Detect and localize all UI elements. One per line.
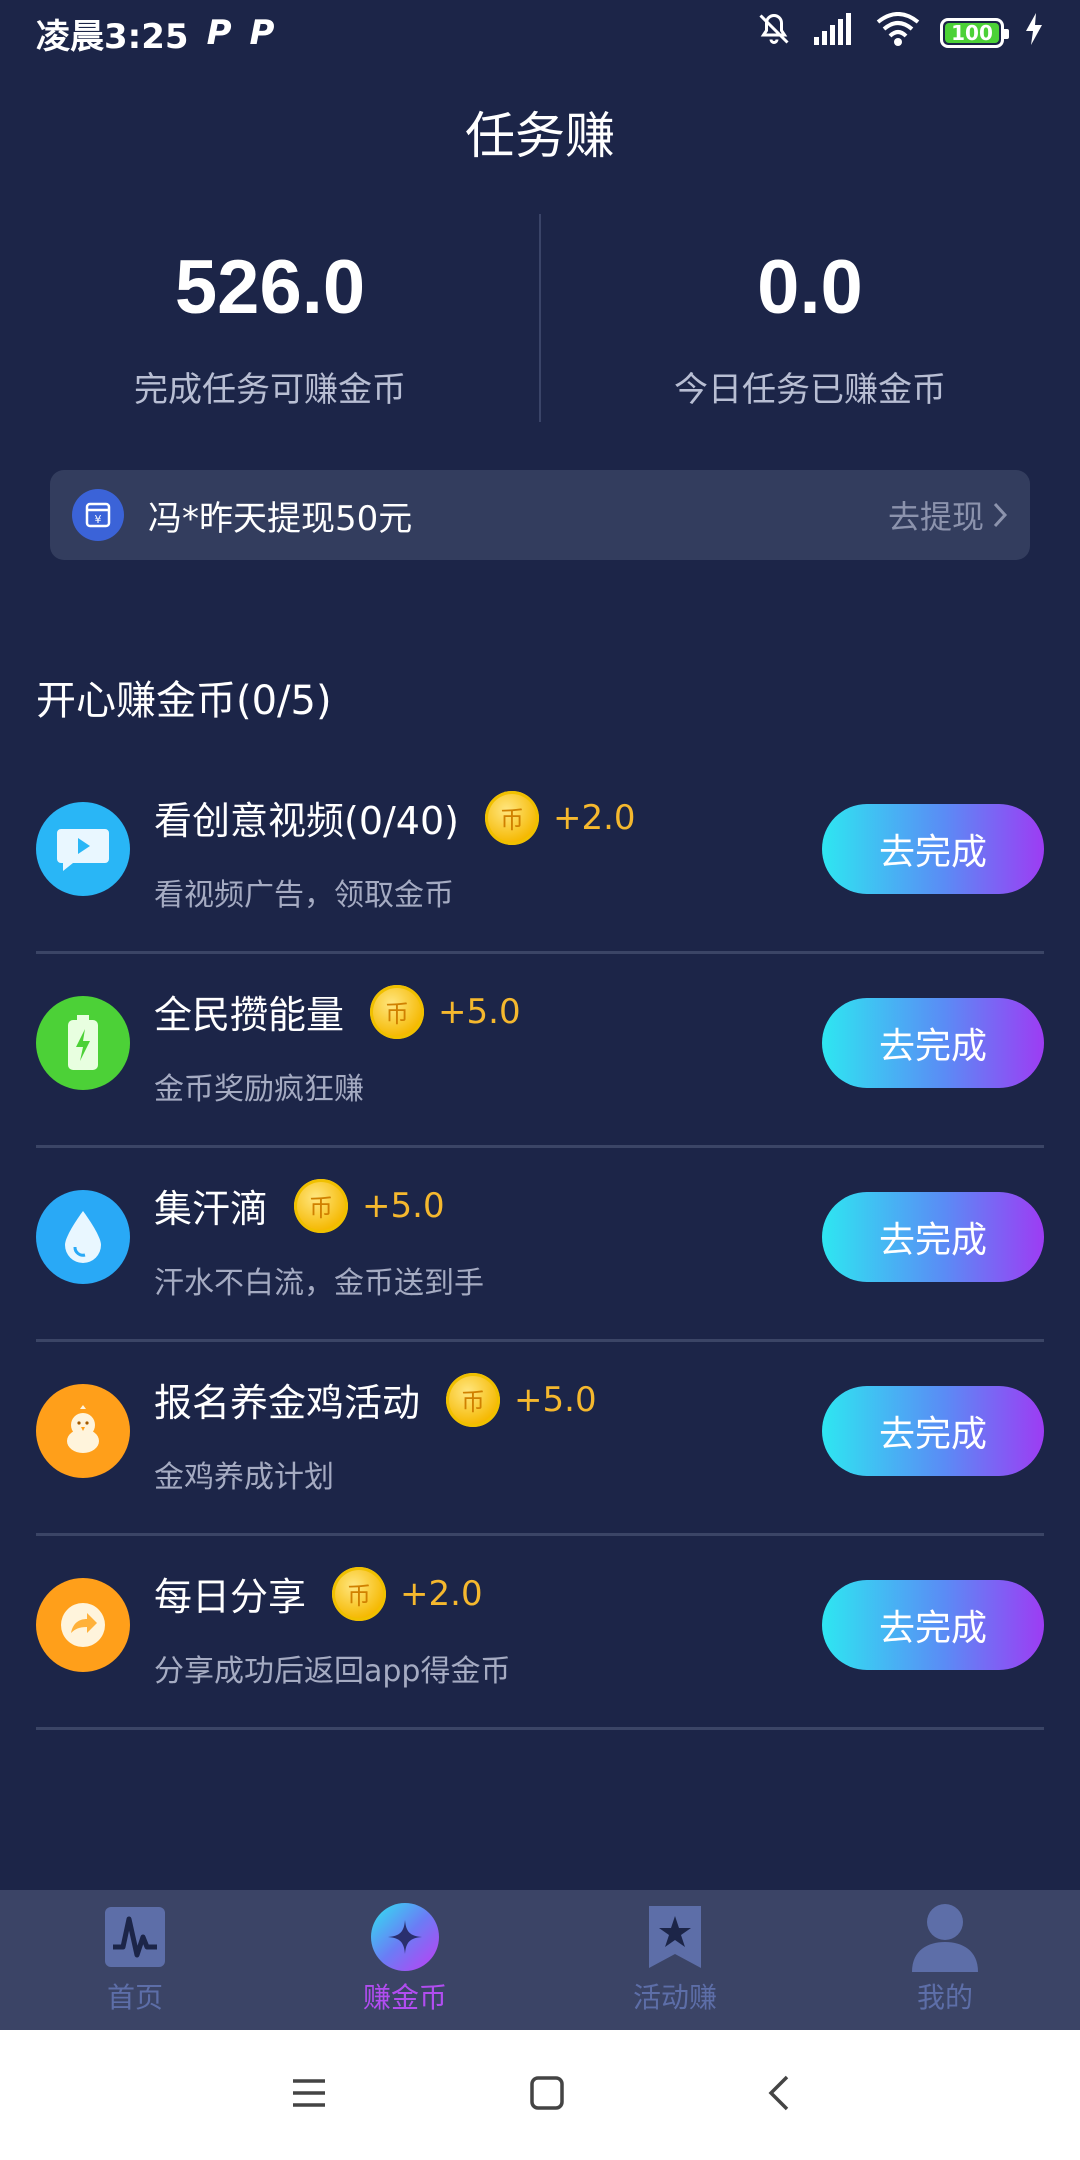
- nav-item-home[interactable]: 首页: [0, 1890, 270, 2030]
- task-title: 报名养金鸡活动: [154, 1381, 421, 1425]
- chick-icon: [36, 1384, 130, 1478]
- task-desc: 看视频广告，领取金币: [154, 878, 454, 913]
- home-square-icon[interactable]: [529, 2075, 565, 2115]
- stat-today-label: 今日任务已赚金币: [674, 370, 946, 410]
- bottom-nav: 首页 赚金币 活动赚 我的: [0, 1890, 1080, 2030]
- stat-earnable: 526.0 完成任务可赚金币: [0, 210, 540, 420]
- coin-stats: 526.0 完成任务可赚金币 0.0 今日任务已赚金币: [0, 210, 1080, 422]
- task-reward: +2.0: [400, 1573, 483, 1614]
- mute-bell-icon: [756, 11, 792, 56]
- task-item-energy: 全民攒能量 币 +5.0 金币奖励疯狂赚 去完成: [36, 954, 1044, 1148]
- system-nav-bar: [0, 2030, 1080, 2160]
- withdraw-link[interactable]: 去提现: [888, 492, 1008, 538]
- task-reward: +5.0: [362, 1185, 445, 1226]
- nav-label-profile: 我的: [916, 1981, 973, 2014]
- task-desc: 金币奖励疯狂赚: [154, 1072, 364, 1107]
- battery-icon: 100: [940, 18, 1009, 48]
- task-title: 全民攒能量: [154, 993, 345, 1037]
- complete-task-button[interactable]: 去完成: [822, 1580, 1044, 1670]
- coin-icon: 币: [484, 790, 539, 845]
- chevron-right-icon: [993, 502, 1008, 528]
- wifi-icon: [876, 11, 920, 55]
- withdraw-icon: ¥: [72, 489, 124, 541]
- parking-notification-icon-2: P: [249, 13, 275, 53]
- status-bar: 凌晨3:25 P P 100: [0, 0, 1080, 66]
- task-title: 集汗滴: [154, 1187, 269, 1231]
- task-item-chicken: 报名养金鸡活动 币 +5.0 金鸡养成计划 去完成: [36, 1342, 1044, 1536]
- stat-today-value: 0.0: [757, 245, 863, 330]
- task-desc: 金鸡养成计划: [154, 1460, 334, 1495]
- task-title: 每日分享: [154, 1575, 307, 1619]
- page-title: 任务赚: [465, 107, 615, 165]
- nav-item-activity[interactable]: 活动赚: [540, 1890, 810, 2030]
- earn-coin-icon: [370, 1902, 440, 1972]
- task-title: 看创意视频(0/40): [154, 799, 459, 843]
- nav-item-profile[interactable]: 我的: [810, 1890, 1080, 2030]
- task-reward: +5.0: [438, 991, 521, 1032]
- stat-earnable-value: 526.0: [174, 245, 366, 330]
- nav-label-home: 首页: [106, 1981, 163, 2014]
- task-desc: 汗水不白流，金币送到手: [154, 1266, 484, 1301]
- task-list: 看创意视频(0/40) 币 +2.0 看视频广告，领取金币 去完成 全民攒能量 …: [36, 760, 1044, 1730]
- complete-task-button[interactable]: 去完成: [822, 804, 1044, 894]
- task-reward: +5.0: [514, 1379, 597, 1420]
- stats-divider: [539, 214, 541, 422]
- nav-item-earn[interactable]: 赚金币: [270, 1890, 540, 2030]
- status-time: 凌晨3:25: [36, 16, 189, 57]
- signal-icon: [812, 12, 856, 54]
- withdraw-link-label: 去提现: [887, 498, 984, 536]
- coin-icon: 币: [294, 1178, 349, 1233]
- task-item-sweat: 集汗滴 币 +5.0 汗水不白流，金币送到手 去完成: [36, 1148, 1044, 1342]
- complete-task-button[interactable]: 去完成: [822, 998, 1044, 1088]
- home-chart-icon: [100, 1902, 170, 1972]
- nav-label-activity: 活动赚: [632, 1981, 717, 2014]
- svg-text:¥: ¥: [95, 513, 102, 526]
- back-icon[interactable]: [765, 2074, 791, 2116]
- stat-today: 0.0 今日任务已赚金币: [540, 210, 1080, 420]
- task-desc: 分享成功后返回app得金币: [154, 1654, 511, 1689]
- parking-notification-icon: P: [206, 13, 232, 53]
- complete-task-button[interactable]: 去完成: [822, 1386, 1044, 1476]
- task-reward: +2.0: [552, 797, 636, 838]
- task-item-share: 每日分享 币 +2.0 分享成功后返回app得金币 去完成: [36, 1536, 1044, 1730]
- coin-icon: 币: [332, 1566, 387, 1621]
- user-icon: [910, 1902, 980, 1972]
- bookmark-star-icon: [640, 1902, 710, 1972]
- battery-charge-icon: [36, 996, 130, 1090]
- nav-label-earn: 赚金币: [362, 1981, 447, 2014]
- menu-icon[interactable]: [289, 2076, 329, 2114]
- section-title: 开心赚金币(0/5): [36, 678, 332, 724]
- withdraw-notice-bar[interactable]: ¥ 冯*昨天提现50元 去提现: [50, 470, 1030, 560]
- coin-icon: 币: [370, 984, 425, 1039]
- share-icon: [36, 1578, 130, 1672]
- notice-text: 冯*昨天提现50元: [148, 498, 413, 539]
- task-item-video: 看创意视频(0/40) 币 +2.0 看视频广告，领取金币 去完成: [36, 760, 1044, 954]
- stat-earnable-label: 完成任务可赚金币: [134, 370, 406, 410]
- complete-task-button[interactable]: 去完成: [822, 1192, 1044, 1282]
- coin-icon: 币: [446, 1372, 501, 1427]
- drop-icon: [36, 1190, 130, 1284]
- video-icon: [36, 802, 130, 896]
- charging-icon: [1024, 12, 1044, 54]
- battery-level: 100: [945, 21, 999, 45]
